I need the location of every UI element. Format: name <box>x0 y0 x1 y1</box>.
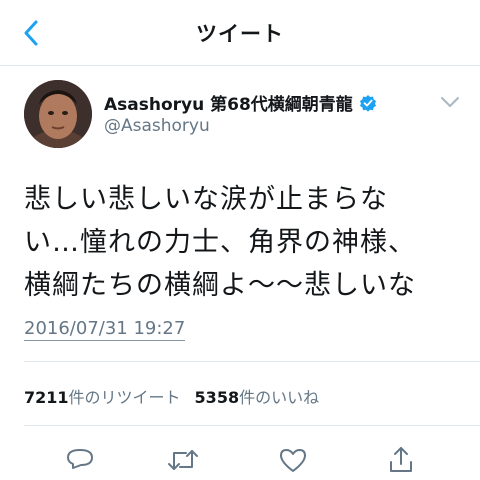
heart-icon <box>280 449 306 472</box>
tweet-text-line: 横綱たちの横綱よ〜〜悲しいな <box>24 270 416 301</box>
user-handle[interactable]: @Asashoryu <box>104 116 210 136</box>
like-label: 件のいいね <box>239 388 320 407</box>
retweet-count: 7211 <box>24 388 69 407</box>
tweet-text-line: い…憧れの力士、角界の神様、 <box>24 227 416 258</box>
display-name-row: Asashoryu 第68代横綱朝青龍 <box>104 90 377 115</box>
like-button[interactable] <box>276 444 310 476</box>
retweet-label: 件のリツイート <box>68 388 181 407</box>
more-options-button[interactable] <box>438 92 462 112</box>
like-count: 5358 <box>194 388 240 407</box>
retweet-button[interactable] <box>166 444 200 476</box>
tweet-text-line: 悲しい悲しいな涙が止まらな <box>24 184 388 215</box>
reply-button[interactable] <box>63 444 97 476</box>
top-navbar: ツイート <box>0 0 480 66</box>
display-name[interactable]: Asashoryu 第68代横綱朝青龍 <box>104 90 353 115</box>
divider <box>24 361 480 362</box>
engagement-stats: 7211件のリツイート 5358件のいいね <box>24 384 319 408</box>
chevron-down-icon <box>441 97 459 107</box>
reply-icon <box>67 449 93 469</box>
verified-badge-icon <box>359 94 377 112</box>
share-button[interactable] <box>384 444 418 476</box>
avatar[interactable] <box>24 80 92 148</box>
like-stat[interactable]: 5358件のいいね <box>195 388 320 407</box>
retweet-stat[interactable]: 7211件のリツイート <box>24 388 181 407</box>
retweet-icon <box>168 450 198 470</box>
tweet-text: 悲しい悲しいな涙が止まらな い…憧れの力士、角界の神様、 横綱たちの横綱よ〜〜悲… <box>24 178 464 307</box>
avatar-photo <box>24 80 92 148</box>
tweet-timestamp[interactable]: 2016/07/31 19:27 <box>24 318 186 341</box>
share-icon <box>390 447 412 472</box>
divider <box>24 425 480 426</box>
page-title: ツイート <box>196 22 284 46</box>
